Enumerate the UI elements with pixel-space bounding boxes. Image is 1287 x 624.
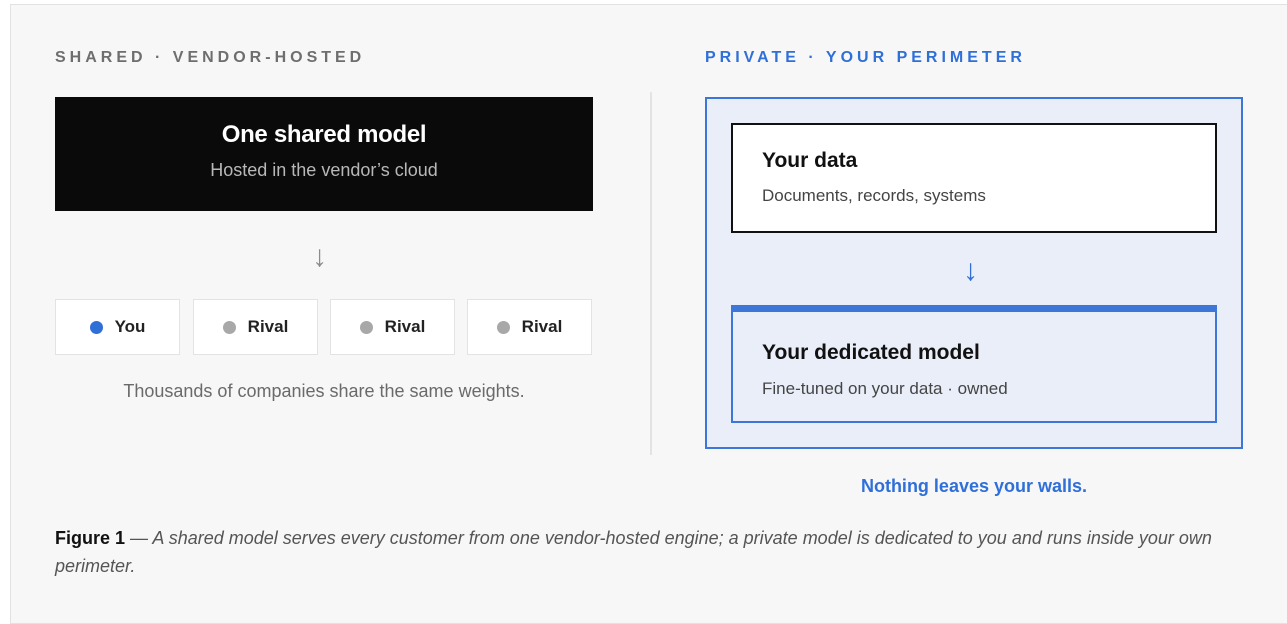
customer-label: You [114, 317, 146, 336]
figure-caption: Figure 1 — A shared model serves every c… [55, 524, 1255, 580]
customer-label: Rival [247, 317, 289, 336]
figure-text: — A shared model serves every customer f… [55, 528, 1212, 576]
dedicated-model-title: Your dedicated model [762, 341, 980, 364]
arrow-down-icon: ↓ [312, 240, 327, 273]
private-heading: PRIVATE · YOUR PERIMETER [705, 49, 1026, 66]
figure-label: Figure 1 [55, 528, 126, 548]
customer-chip-rival: Rival [193, 299, 318, 355]
dot-icon [359, 320, 373, 334]
customer-chip-rival: Rival [467, 299, 592, 355]
shared-model-box: One shared model Hosted in the vendor’s … [55, 97, 593, 211]
customer-label: Rival [521, 317, 563, 336]
your-data-subtitle: Documents, records, systems [762, 186, 986, 205]
dedicated-model-box: Your dedicated model Fine-tuned on your … [731, 305, 1217, 423]
shared-heading: SHARED · VENDOR-HOSTED [55, 49, 366, 66]
shared-model-subtitle: Hosted in the vendor’s cloud [210, 160, 438, 180]
customer-label: Rival [384, 317, 426, 336]
dot-icon [222, 320, 236, 334]
your-data-title: Your data [762, 149, 858, 172]
arrow-down-icon: ↓ [963, 254, 978, 287]
private-caption: Nothing leaves your walls. [860, 476, 1088, 496]
shared-caption: Thousands of companies share the same we… [123, 381, 525, 401]
customer-chip-rival: Rival [330, 299, 455, 355]
dedicated-model-subtitle: Fine-tuned on your data · owned [762, 379, 1008, 398]
column-divider [650, 92, 652, 455]
your-data-box: Your data Documents, records, systems [731, 123, 1217, 233]
shared-model-title: One shared model [221, 121, 427, 148]
dot-icon [89, 320, 103, 334]
customer-chip-you: You [55, 299, 180, 355]
dot-icon [496, 320, 510, 334]
